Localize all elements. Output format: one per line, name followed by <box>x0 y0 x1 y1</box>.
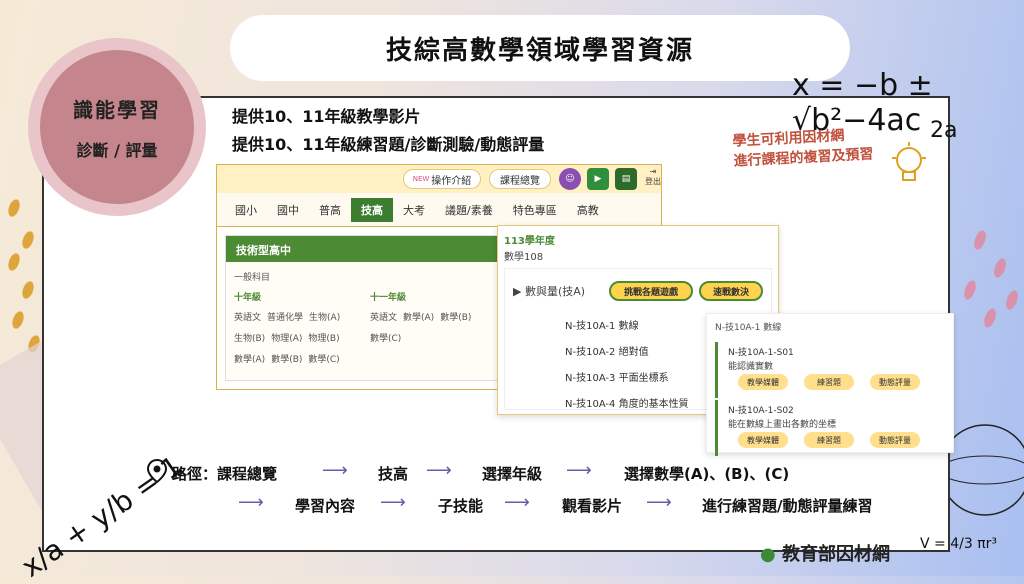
lightbulb-icon <box>892 142 926 181</box>
arrow-icon: ⟶ <box>646 492 672 513</box>
subject-link[interactable]: 物理(A) <box>271 331 302 344</box>
classroom-icon[interactable]: ▤ <box>615 168 637 190</box>
intro-line-2: 提供10、11年級練習題/診斷測驗/動態評量 <box>232 135 545 154</box>
arrow-icon: ⟶ <box>380 492 406 513</box>
skill-code: N-技10A-1-S02 <box>728 406 794 416</box>
logout-button[interactable]: ⇥ 登出 <box>645 167 661 187</box>
page-title: 技綜高數學領域學習資源 <box>230 15 850 81</box>
subject-link[interactable]: 數學(B) <box>271 352 302 365</box>
skill-card: N-技10A-1-S01 能認識實數 教學媒體 練習題 動態評量 <box>715 342 945 398</box>
path-step: 技高 <box>378 465 409 483</box>
unit-item[interactable]: N-技10A-2 絕對值 <box>565 343 649 358</box>
app-topbar: NEW 操作介紹 課程總覽 ☺ ▶ ▤ ⇥ 登出 <box>217 165 661 193</box>
tab-junior-high[interactable]: 國中 <box>267 198 309 222</box>
grade10-heading: 十年級 <box>234 293 262 303</box>
unit-item[interactable]: N-技10A-3 平面坐標系 <box>565 369 669 384</box>
play-icon: ▶ <box>513 285 525 298</box>
meet-icon[interactable]: ▶ <box>587 168 609 190</box>
subject-link[interactable]: 數學(C) <box>308 352 339 365</box>
subject-link[interactable]: 數學(A) <box>403 310 434 323</box>
badge-subtitle: 診斷 / 評量 <box>76 140 158 160</box>
skill-panel: N-技10A-1 數線 N-技10A-1-S01 能認識實數 教學媒體 練習題 … <box>706 313 954 456</box>
formula-denominator-deco: 2a <box>930 118 958 143</box>
logout-label: 登出 <box>645 177 661 186</box>
path-step: 進行練習題/動態評量練習 <box>702 497 873 515</box>
media-button[interactable]: 教學媒體 <box>738 432 788 448</box>
general-subjects-label: 一般科目 <box>234 273 271 283</box>
path-start: 路徑：課程總覽 <box>172 465 278 483</box>
challenge-game-button[interactable]: 挑戰各題遊戲 <box>609 281 693 301</box>
path-step: 選擇數學(A)、(B)、(C) <box>624 465 790 483</box>
assessment-button[interactable]: 動態評量 <box>870 432 920 448</box>
subject-link[interactable]: 數學(C) <box>370 331 401 344</box>
arrow-icon: ⟶ <box>238 492 264 513</box>
logout-icon: ⇥ <box>649 167 657 176</box>
tab-exam[interactable]: 大考 <box>393 198 435 222</box>
subject-link[interactable]: 數學(A) <box>234 352 265 365</box>
brand-icon: ● <box>760 544 776 565</box>
quadratic-formula-deco: x = −b ± √b²−4ac <box>792 68 933 138</box>
brand-logo: ● 教育部因材網 <box>760 540 890 566</box>
arrow-icon: ⟶ <box>322 460 348 481</box>
section-label: 數與量(技A) <box>524 285 586 298</box>
subject-link[interactable]: 物理(B) <box>308 331 339 344</box>
skill-panel-header: N-技10A-1 數線 <box>715 323 782 333</box>
sphere-volume-deco: V = 4/3 πr³ <box>920 536 997 552</box>
op-intro-button[interactable]: NEW 操作介紹 <box>403 169 481 189</box>
tab-higher-ed[interactable]: 高教 <box>567 198 609 222</box>
new-tag: NEW <box>412 175 430 183</box>
grade11-subjects: 英語文 數學(A) 數學(B) 數學(C) <box>370 310 500 344</box>
path-step: 選擇年級 <box>482 465 543 483</box>
skill-card: N-技10A-1-S02 能在數線上畫出各數的坐標 教學媒體 練習題 動態評量 <box>715 400 945 456</box>
tab-elementary[interactable]: 國小 <box>225 198 267 222</box>
unit-item[interactable]: N-技10A-4 角度的基本性質 <box>565 395 689 410</box>
intro-line-1: 提供10、11年級教學影片 <box>232 107 421 126</box>
path-step: 學習內容 <box>295 497 356 515</box>
brand-name: 教育部因材網 <box>782 544 890 565</box>
unit-item[interactable]: N-技10A-1 數線 <box>565 317 639 332</box>
school-year: 113學年度 <box>504 236 555 247</box>
tab-issues[interactable]: 議題/素養 <box>435 198 503 222</box>
path-step: 子技能 <box>438 497 484 515</box>
subject-link[interactable]: 英語文 <box>234 310 261 323</box>
subject-link[interactable]: 英語文 <box>370 310 397 323</box>
practice-button[interactable]: 練習題 <box>804 432 854 448</box>
op-intro-label: 操作介紹 <box>431 175 472 187</box>
avatar-icon[interactable]: ☺ <box>559 168 581 190</box>
arrow-icon: ⟶ <box>504 492 530 513</box>
grade11-heading: 十一年級 <box>370 293 407 303</box>
path-step: 觀看影片 <box>562 497 623 515</box>
arrow-icon: ⟶ <box>426 460 452 481</box>
media-button[interactable]: 教學媒體 <box>738 374 788 390</box>
arrow-icon: ⟶ <box>566 460 592 481</box>
practice-button[interactable]: 練習題 <box>804 374 854 390</box>
tab-general-high[interactable]: 普高 <box>309 198 351 222</box>
level-tabs: 國小 國中 普高 技高 大考 議題/素養 特色專區 高教 <box>217 193 661 227</box>
location-pin-icon <box>146 458 168 488</box>
skill-code: N-技10A-1-S01 <box>728 348 794 358</box>
skill-desc: 能認識實數 <box>728 362 774 372</box>
section-title: ▶ 數與量(技A) <box>513 283 585 299</box>
subject-link[interactable]: 生物(A) <box>309 310 340 323</box>
badge: 識能學習 診斷 / 評量 <box>40 50 194 204</box>
tab-features[interactable]: 特色專區 <box>503 198 567 222</box>
assessment-button[interactable]: 動態評量 <box>870 374 920 390</box>
grade10-subjects: 英語文 普通化學 生物(A) 生物(B) 物理(A) 物理(B) 數學(A) 數… <box>234 310 364 365</box>
course-overview-button[interactable]: 課程總覽 <box>489 169 551 189</box>
subject-link[interactable]: 生物(B) <box>234 331 265 344</box>
subject-link[interactable]: 普通化學 <box>267 310 303 323</box>
tab-vocational-high[interactable]: 技高 <box>351 197 393 222</box>
speed-battle-button[interactable]: 速戰數決 <box>699 281 763 301</box>
subject-link[interactable]: 數學(B) <box>440 310 471 323</box>
skill-desc: 能在數線上畫出各數的坐標 <box>728 420 837 430</box>
badge-title: 識能學習 <box>73 97 161 122</box>
subject-name: 數學108 <box>504 252 544 263</box>
